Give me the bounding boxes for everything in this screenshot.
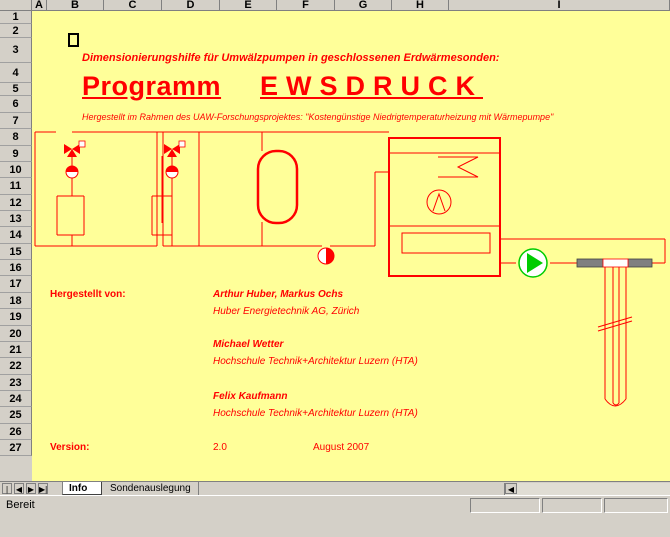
- column-header-c[interactable]: C: [104, 0, 162, 11]
- sheet-tab-bar: |◀ ◀ ▶ ▶| Info Sondenauslegung ◀: [0, 481, 670, 505]
- row-header-5[interactable]: 5: [0, 83, 32, 96]
- row-header-17[interactable]: 17: [0, 276, 32, 293]
- column-header-b[interactable]: B: [47, 0, 104, 11]
- column-header-g[interactable]: G: [335, 0, 392, 11]
- pump-icon-2: [165, 165, 179, 179]
- column-header-a[interactable]: A: [32, 0, 47, 11]
- row-header-6[interactable]: 6: [0, 96, 32, 113]
- horizontal-scrollbar[interactable]: [504, 483, 670, 495]
- row-header-24[interactable]: 24: [0, 391, 32, 407]
- heating-system-diagram: [34, 131, 666, 407]
- column-header-h[interactable]: H: [392, 0, 449, 11]
- row-header-27[interactable]: 27: [0, 440, 32, 456]
- pump-icon-1: [65, 165, 79, 179]
- row-header-16[interactable]: 16: [0, 260, 32, 276]
- row-header-14[interactable]: 14: [0, 227, 32, 244]
- row-header-22[interactable]: 22: [0, 358, 32, 375]
- excel-window: ABCDEFGHI 1 2 3 4 5 6 7 8 9 10 11 12 13 14 15 16 17 18 19 2…: [0, 0, 670, 537]
- storage-tank-shape: [256, 149, 299, 225]
- tab-prev-button[interactable]: ◀: [14, 483, 24, 494]
- column-header-f[interactable]: F: [277, 0, 335, 11]
- status-text: Bereit: [6, 499, 35, 511]
- row-header-7[interactable]: 7: [0, 113, 32, 129]
- row-header-2[interactable]: 2: [0, 24, 32, 38]
- row-header-3[interactable]: 3: [0, 38, 32, 63]
- brine-pump-icon: [518, 248, 548, 278]
- row-header-12[interactable]: 12: [0, 195, 32, 211]
- row-header-26[interactable]: 26: [0, 424, 32, 440]
- pump-icon-main: [317, 247, 335, 265]
- row-header-20[interactable]: 20: [0, 326, 32, 342]
- row-header-19[interactable]: 19: [0, 309, 32, 326]
- tab-info[interactable]: Info: [62, 482, 102, 495]
- row-header-4[interactable]: 4: [0, 63, 32, 83]
- scroll-left-button[interactable]: ◀: [505, 483, 517, 494]
- row-header-10[interactable]: 10: [0, 162, 32, 178]
- column-header-e[interactable]: E: [220, 0, 277, 11]
- row-header-15[interactable]: 15: [0, 244, 32, 260]
- column-header-i[interactable]: I: [449, 0, 670, 11]
- row-header-8[interactable]: 8: [0, 129, 32, 146]
- tab-next-button[interactable]: ▶: [26, 483, 36, 494]
- row-header-23[interactable]: 23: [0, 375, 32, 391]
- status-panel-1: [470, 498, 540, 513]
- row-header-1[interactable]: 1: [0, 11, 32, 24]
- row-header-25[interactable]: 25: [0, 407, 32, 424]
- valve-icon-2: [164, 140, 186, 157]
- select-all-corner[interactable]: [0, 0, 32, 11]
- row-header-18[interactable]: 18: [0, 293, 32, 309]
- row-header-13[interactable]: 13: [0, 211, 32, 227]
- row-header-9[interactable]: 9: [0, 146, 32, 162]
- tab-last-button[interactable]: ▶|: [38, 483, 48, 494]
- tab-sondenauslegung[interactable]: Sondenauslegung: [104, 482, 199, 495]
- column-header-d[interactable]: D: [162, 0, 220, 11]
- valve-icon-1: [64, 140, 86, 157]
- borehole-head-icon: [576, 258, 653, 268]
- row-header-21[interactable]: 21: [0, 342, 32, 358]
- status-panel-2: [542, 498, 602, 513]
- tab-first-button[interactable]: |◀: [2, 483, 12, 505]
- status-bar: Bereit: [0, 495, 670, 537]
- row-header-11[interactable]: 11: [0, 178, 32, 195]
- status-panel-3: [604, 498, 668, 513]
